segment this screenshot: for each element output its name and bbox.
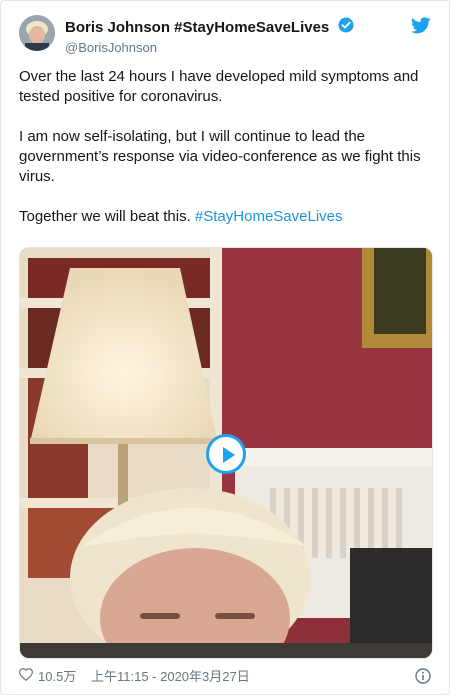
user-handle[interactable]: @BorisJohnson (65, 40, 354, 55)
avatar[interactable] (19, 15, 55, 51)
tweet-text: Over the last 24 hours I have developed … (19, 67, 429, 247)
tweet-footer: 10.5万 上午11:15 - 2020年3月27日 (18, 667, 431, 690)
user-name-block[interactable]: Boris Johnson #StayHomeSaveLives @BorisJ… (65, 17, 354, 55)
like-button[interactable]: 10.5万 (18, 667, 77, 687)
twitter-bird-icon[interactable] (411, 17, 431, 39)
display-name[interactable]: Boris Johnson #StayHomeSaveLives (65, 19, 329, 36)
tweet-closing-text: Together we will beat this. (19, 208, 195, 225)
video-player[interactable] (19, 247, 433, 659)
verified-badge-icon (338, 17, 354, 38)
tweet-paragraph: Over the last 24 hours I have developed … (19, 68, 419, 105)
tweet-paragraph: Together we will beat this. #StayHomeSav… (19, 207, 429, 227)
tweet-paragraph: I am now self-isolating, but I will cont… (19, 128, 421, 185)
play-button[interactable] (206, 434, 246, 474)
like-count: 10.5万 (38, 669, 77, 684)
tweet-header: Boris Johnson #StayHomeSaveLives @BorisJ… (19, 15, 435, 59)
info-icon[interactable] (415, 668, 431, 690)
play-icon (223, 447, 235, 463)
hashtag-link[interactable]: #StayHomeSaveLives (195, 208, 343, 225)
heart-icon[interactable] (18, 667, 34, 687)
tweet-card: Boris Johnson #StayHomeSaveLives @BorisJ… (0, 0, 450, 695)
tweet-timestamp[interactable]: 上午11:15 - 2020年3月27日 (91, 667, 250, 687)
